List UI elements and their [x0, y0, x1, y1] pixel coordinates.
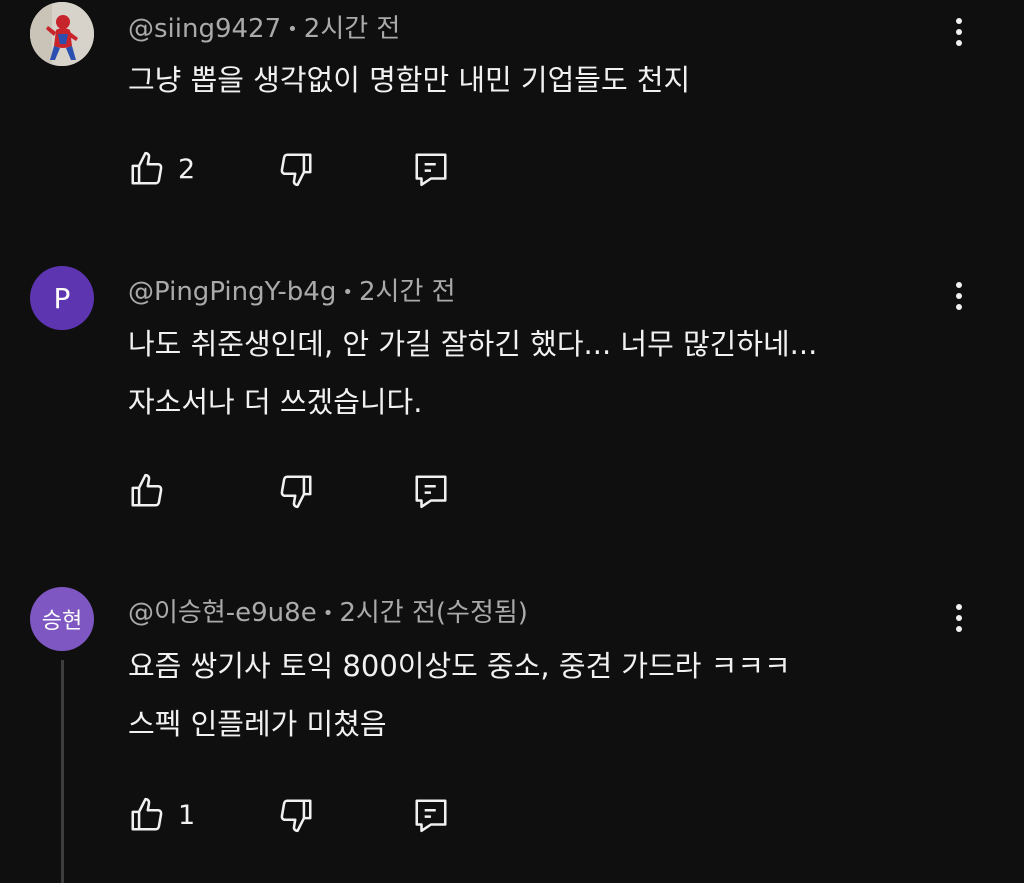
- comment-time[interactable]: 2시간 전: [304, 14, 401, 44]
- more-vert-icon[interactable]: [946, 598, 972, 638]
- separator-dot: •: [342, 282, 353, 303]
- reply-button[interactable]: [412, 472, 450, 510]
- reply-button[interactable]: [412, 796, 450, 834]
- separator-dot: •: [287, 19, 298, 40]
- like-button[interactable]: [128, 472, 178, 510]
- comment-meta: @PingPingY-b4g • 2시간 전: [128, 271, 456, 308]
- more-vert-icon[interactable]: [946, 276, 972, 316]
- comment-text-line: 요즘 쌍기사 토익 800이상도 중소, 중견 가드라 ㅋㅋㅋ: [128, 649, 791, 683]
- separator-dot: •: [322, 603, 334, 624]
- thread-line: [61, 660, 64, 883]
- comment-meta: @siing9427 • 2시간 전: [128, 8, 400, 45]
- thumbs-down-icon: [280, 153, 312, 187]
- dislike-button[interactable]: [277, 150, 315, 188]
- thumbs-down-icon: [280, 799, 312, 833]
- thumbs-up-icon: [131, 473, 163, 507]
- reply-icon: [415, 153, 447, 187]
- comment-time[interactable]: 2시간 전: [359, 277, 456, 307]
- reply-button[interactable]: [412, 150, 450, 188]
- comment-author[interactable]: @이승현-e9u8e: [128, 598, 317, 628]
- dislike-button[interactable]: [277, 796, 315, 834]
- comment-text-line: 그냥 뽑을 생각없이 명함만 내민 기업들도 천지: [128, 63, 691, 97]
- comment-text: 그냥 뽑을 생각없이 명함만 내민 기업들도 천지: [128, 51, 690, 109]
- comment-text-line: 자소서나 더 쓰겠습니다.: [128, 385, 423, 419]
- comment-author[interactable]: @siing9427: [128, 14, 281, 44]
- like-button[interactable]: 1: [128, 796, 195, 834]
- reply-icon: [415, 475, 447, 509]
- comment-meta: @이승현-e9u8e • 2시간 전(수정됨): [128, 592, 528, 629]
- comment-time[interactable]: 2시간 전(수정됨): [339, 598, 528, 628]
- reply-icon: [415, 799, 447, 833]
- comment-author[interactable]: @PingPingY-b4g: [128, 277, 336, 307]
- avatar[interactable]: [30, 2, 94, 66]
- comment-text: 나도 취준생인데, 안 가길 잘하긴 했다... 너무 많긴하네... 자소서나…: [128, 315, 817, 431]
- avatar[interactable]: 승현: [30, 587, 94, 651]
- thumbs-up-icon: [131, 797, 163, 831]
- dislike-button[interactable]: [277, 472, 315, 510]
- avatar[interactable]: P: [30, 266, 94, 330]
- like-count: 2: [178, 153, 196, 185]
- comment-text-line: 나도 취준생인데, 안 가길 잘하긴 했다... 너무 많긴하네...: [128, 327, 818, 361]
- like-button[interactable]: 2: [128, 150, 195, 188]
- thumbs-up-icon: [131, 151, 163, 185]
- avatar-letter: 승현: [41, 609, 83, 634]
- spiderman-avatar-image: [30, 2, 94, 66]
- more-vert-icon[interactable]: [946, 12, 972, 52]
- comment-text: 요즘 쌍기사 토익 800이상도 중소, 중견 가드라 ㅋㅋㅋ 스펙 인플레가 …: [128, 637, 791, 753]
- thumbs-down-icon: [280, 475, 312, 509]
- avatar-letter: P: [53, 281, 71, 315]
- comment-text-line: 스펙 인플레가 미쳤음: [128, 707, 387, 741]
- like-count: 1: [178, 799, 196, 831]
